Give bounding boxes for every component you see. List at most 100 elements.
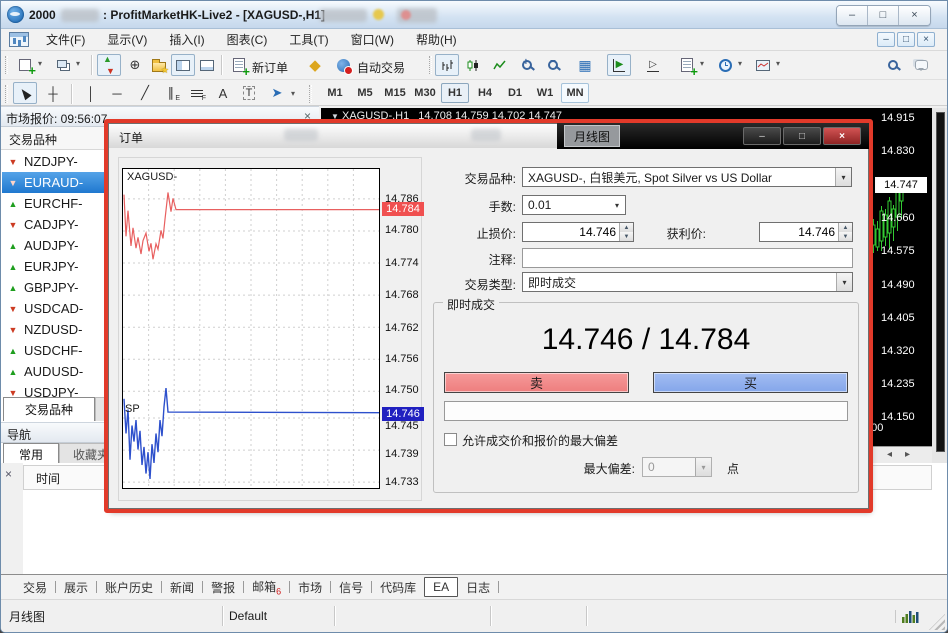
terminal-toggle[interactable] — [195, 54, 219, 76]
toolbar-grip[interactable] — [5, 56, 8, 74]
new-chart-button[interactable] — [13, 54, 37, 76]
fibonacci-button[interactable]: F — [185, 82, 209, 104]
autotrading-label[interactable]: 自动交易 — [357, 59, 405, 76]
chart-window-title[interactable]: ▼ XAGUSD-,H1 14.708 14.759 14.702 14.747 — [331, 110, 562, 122]
title-bar[interactable]: 2000 : ProfitMarketHK-Live2 - [XAGUSD-,H… — [1, 1, 947, 29]
trendline-button[interactable]: ╱ — [133, 82, 157, 104]
profiles-button[interactable] — [51, 54, 75, 76]
channel-button[interactable]: ∥E — [159, 82, 183, 104]
menu-charts[interactable]: 图表(C) — [216, 31, 279, 48]
templates-button[interactable] — [751, 54, 775, 76]
menu-tools[interactable]: 工具(T) — [278, 31, 339, 48]
deviation-checkbox[interactable] — [444, 433, 457, 446]
text-tool-button[interactable]: A — [211, 82, 235, 104]
toolbox-close-icon[interactable]: × — [5, 467, 12, 481]
order-type-select[interactable]: 即时成交 ▾ — [522, 272, 853, 292]
spin-down-icon[interactable]: ▼ — [839, 232, 852, 241]
sell-button[interactable]: 卖 — [444, 372, 629, 393]
timeframe-d1[interactable]: D1 — [501, 83, 529, 103]
tab-common[interactable]: 常用 — [3, 443, 59, 464]
timeframe-h4[interactable]: H4 — [471, 83, 499, 103]
chart-document-icon[interactable] — [9, 32, 29, 47]
chart-shift-button[interactable]: ▷ — [641, 54, 665, 76]
navigator-toggle[interactable] — [171, 54, 195, 76]
max-deviation-select[interactable]: 0 ▾ — [642, 457, 712, 477]
status-profile-cell[interactable]: Default — [223, 606, 335, 626]
tab-code-base[interactable]: 代码库 — [372, 577, 424, 598]
tab-signals[interactable]: 信号 — [331, 577, 371, 598]
market-watch-close-icon[interactable]: × — [304, 109, 311, 123]
minimize-button[interactable]: – — [837, 6, 868, 25]
chart-minimize-button[interactable]: – — [743, 127, 781, 145]
toolbar-grip[interactable] — [429, 56, 432, 74]
chart-restore-button[interactable]: □ — [783, 127, 821, 145]
volume-select[interactable]: 0.01 ▾ — [522, 195, 626, 215]
market-watch-toggle[interactable] — [97, 54, 121, 76]
timeframe-m15[interactable]: M15 — [381, 83, 409, 103]
tab-market[interactable]: 市场 — [290, 577, 330, 598]
comment-input[interactable] — [522, 248, 853, 268]
tab-ea[interactable]: EA — [424, 577, 458, 597]
tab-exposure[interactable]: 展示 — [56, 577, 96, 598]
crosshair-window-button[interactable]: ⊕ — [123, 54, 147, 76]
strategy-tester-button[interactable]: ◆ — [303, 54, 327, 76]
take-profit-spinner[interactable]: ▲▼ — [759, 222, 853, 242]
close-button[interactable]: × — [899, 6, 930, 25]
tab-journal[interactable]: 日志 — [458, 577, 498, 598]
label-tool-button[interactable]: T — [237, 82, 261, 104]
arrows-tool-button[interactable]: ➤ — [265, 82, 289, 104]
tile-windows-button[interactable]: ▦ — [573, 54, 597, 76]
stop-loss-input[interactable] — [523, 223, 619, 241]
tab-account-history[interactable]: 账户历史 — [97, 577, 161, 598]
cursor-tool-button[interactable] — [13, 82, 37, 104]
new-order-button[interactable] — [227, 54, 251, 76]
tab-alerts[interactable]: 警报 — [203, 577, 243, 598]
tab-symbols[interactable]: 交易品种 — [3, 397, 95, 421]
timeframe-m5[interactable]: M5 — [351, 83, 379, 103]
symbol-select-arrow-icon[interactable]: ▾ — [835, 168, 851, 186]
tab-mailbox[interactable]: 邮箱6 — [244, 576, 289, 598]
timeframe-m1[interactable]: M1 — [321, 83, 349, 103]
line-chart-button[interactable] — [487, 54, 511, 76]
new-order-label[interactable]: 新订单 — [252, 59, 288, 76]
timeframe-m30[interactable]: M30 — [411, 83, 439, 103]
mdi-minimize-button[interactable]: – — [877, 32, 895, 47]
zoom-out-button[interactable] — [541, 54, 565, 76]
spin-up-icon[interactable]: ▲ — [839, 223, 852, 232]
scroll-right-icon[interactable]: ▸ — [905, 449, 910, 460]
deviation-checkbox-label[interactable]: 允许成交价和报价的最大偏差 — [462, 432, 618, 449]
crosshair-tool-button[interactable]: ┼ — [41, 82, 65, 104]
menu-window[interactable]: 窗口(W) — [340, 31, 405, 48]
scroll-left-icon[interactable]: ◂ — [887, 449, 892, 460]
mdi-restore-button[interactable]: □ — [897, 32, 915, 47]
maximize-button[interactable]: □ — [868, 6, 899, 25]
indicators-dropdown[interactable]: ▾ — [700, 59, 710, 68]
new-chart-dropdown[interactable]: ▾ — [38, 59, 48, 68]
horizontal-line-button[interactable]: ─ — [105, 82, 129, 104]
order-type-arrow-icon[interactable]: ▾ — [836, 273, 852, 291]
search-button[interactable] — [881, 54, 905, 76]
mdi-close-button[interactable]: × — [917, 32, 935, 47]
vertical-line-button[interactable]: │ — [79, 82, 103, 104]
volume-select-arrow-icon[interactable]: ▾ — [609, 196, 625, 214]
symbol-select[interactable]: XAGUSD-, 白银美元, Spot Silver vs US Dollar … — [522, 167, 852, 187]
bar-chart-button[interactable] — [435, 54, 459, 76]
data-folder-button[interactable] — [147, 54, 171, 76]
tab-trade[interactable]: 交易 — [15, 577, 55, 598]
profiles-dropdown[interactable]: ▾ — [76, 59, 86, 68]
menu-insert[interactable]: 插入(I) — [158, 31, 215, 48]
templates-dropdown[interactable]: ▾ — [776, 59, 786, 68]
timeframe-h1[interactable]: H1 — [441, 83, 469, 103]
menu-file[interactable]: 文件(F) — [35, 31, 96, 48]
buy-button[interactable]: 买 — [653, 372, 848, 393]
indicators-button[interactable] — [675, 54, 699, 76]
autotrading-button[interactable] — [331, 54, 355, 76]
take-profit-input[interactable] — [760, 223, 838, 241]
chart-close-button[interactable]: × — [823, 127, 861, 145]
candlestick-button[interactable] — [461, 54, 485, 76]
tab-news[interactable]: 新闻 — [162, 577, 202, 598]
status-bars-cell[interactable] — [895, 610, 925, 623]
take-profit-spin-buttons[interactable]: ▲▼ — [838, 223, 852, 241]
menu-view[interactable]: 显示(V) — [96, 31, 158, 48]
timeframe-w1[interactable]: W1 — [531, 83, 559, 103]
